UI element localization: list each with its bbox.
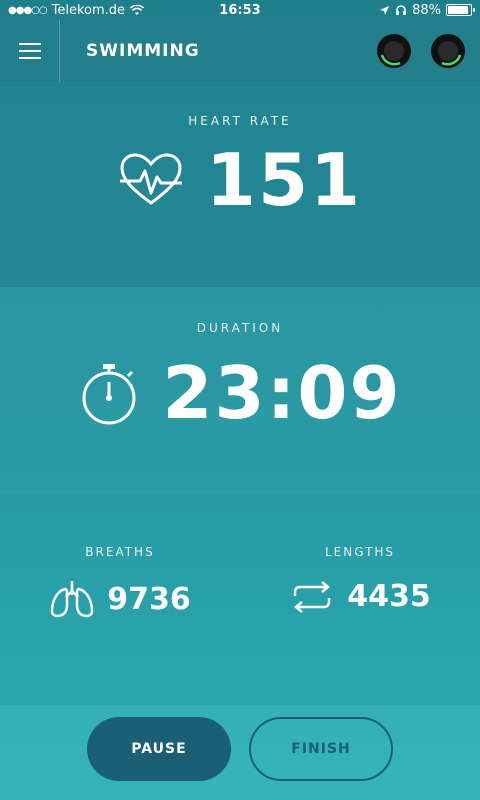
heart-rate-panel: HEART RATE 151 (0, 82, 480, 287)
menu-button[interactable] (0, 20, 60, 82)
breaths-value: 9736 (107, 581, 191, 617)
earbud-icon (431, 34, 465, 68)
breaths-label: BREATHS (85, 545, 155, 559)
finish-button[interactable]: FINISH (249, 717, 393, 781)
carrier-name: Telekom.de (51, 2, 126, 18)
stopwatch-icon (82, 364, 136, 425)
app-screen: ●●●○○ Telekom.de 16:53 88% SWIMMING HEAR… (0, 0, 480, 800)
duration-label: DURATION (196, 321, 284, 335)
wifi-icon (130, 4, 145, 15)
heart-rate-value: 151 (205, 138, 363, 222)
lungs-icon (50, 581, 94, 618)
duration-value: 23:09 (162, 351, 402, 435)
earbuds-status[interactable] (374, 31, 468, 71)
pause-button[interactable]: PAUSE (87, 717, 231, 781)
location-icon (380, 5, 390, 15)
lengths-value: 4435 (347, 579, 431, 614)
battery-percent: 88% (412, 2, 441, 18)
status-bar: ●●●○○ Telekom.de 16:53 88% (0, 0, 480, 20)
page-title: SWIMMING (86, 41, 200, 61)
controls-bar: PAUSE FINISH (0, 705, 480, 800)
lengths-label: LENGTHS (324, 545, 396, 559)
headphones-icon (396, 5, 407, 15)
stats-panel: BREATHS 9736 LENGTHS 4435 (0, 495, 480, 705)
lengths-stat: LENGTHS 4435 (240, 545, 480, 614)
earbud-icon (377, 34, 411, 68)
heart-rate-label: HEART RATE (188, 114, 292, 128)
heart-rate-icon (119, 153, 182, 205)
duration-panel: DURATION 23:09 (0, 287, 480, 495)
repeat-icon (294, 580, 331, 613)
menu-icon (18, 43, 41, 45)
breaths-stat: BREATHS 9736 (0, 545, 240, 619)
top-bar: SWIMMING (0, 20, 480, 82)
signal-icon: ●●●○○ (8, 4, 48, 16)
battery-icon (446, 4, 475, 16)
